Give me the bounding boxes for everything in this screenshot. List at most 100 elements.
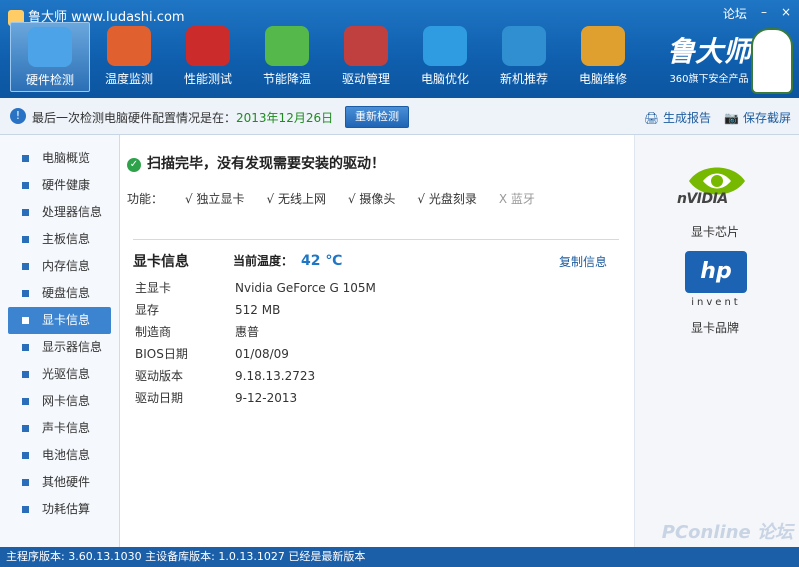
bullet-icon [22, 236, 29, 243]
sidebar-item-label: 主板信息 [42, 232, 91, 246]
sidebar-item-10[interactable]: 声卡信息 [0, 415, 119, 442]
sidebar-item-11[interactable]: 电池信息 [0, 442, 119, 469]
toolbar-button-7[interactable]: 电脑维修 [563, 22, 643, 92]
bullet-icon [22, 371, 29, 378]
brand-caption: 显卡品牌 [691, 321, 740, 335]
row-value: 9-12-2013 [235, 391, 298, 405]
toolbar-button-5[interactable]: 电脑优化 [405, 22, 485, 92]
bullet-icon [22, 317, 29, 324]
sidebar-item-label: 电池信息 [42, 448, 91, 462]
row-value: 惠普 [235, 325, 260, 339]
info-icon: ! [10, 108, 26, 124]
window-controls: 论坛 – × [723, 5, 791, 22]
temperature-label: 当前温度： [233, 254, 294, 268]
toolbar-button-0[interactable]: 硬件检测 [10, 22, 90, 92]
feature-list: 功能： √ 独立显卡 √ 无线上网 √ 摄像头 √ 光盘刻录 X 蓝牙 [127, 190, 535, 207]
bullet-icon [22, 263, 29, 270]
toolbar-label: 电脑优化 [420, 72, 469, 86]
gpu-header: 显卡信息 当前温度： 42 ℃ 复制信息 [133, 251, 619, 271]
table-row: 驱动版本 9.18.13.2723 [135, 365, 376, 387]
row-value: Nvidia GeForce G 105M [235, 281, 376, 295]
recheck-button[interactable]: 重新检测 [345, 106, 409, 128]
sidebar-item-5[interactable]: 硬盘信息 [0, 280, 119, 307]
sidebar-item-13[interactable]: 功耗估算 [0, 496, 119, 523]
close-button[interactable]: × [781, 5, 791, 22]
toolbar-button-3[interactable]: 节能降温 [247, 22, 327, 92]
sidebar-item-6[interactable]: 显卡信息 [8, 307, 111, 334]
sidebar-item-label: 声卡信息 [42, 421, 91, 435]
right-panel: nVIDIA 显卡芯片 hp invent 显卡品牌 [634, 135, 799, 547]
sidebar-item-label: 功耗估算 [42, 502, 91, 516]
scan-result-text: 扫描完毕，没有发现需要安装的驱动！ [147, 156, 385, 172]
toolbar-icon-5 [423, 26, 467, 66]
toolbar-button-2[interactable]: 性能测试 [168, 22, 248, 92]
row-key: BIOS日期 [135, 347, 188, 361]
feature-item: √ 摄像头 [347, 192, 396, 206]
row-key: 显存 [135, 303, 160, 317]
hp-logo-sub: invent [691, 297, 741, 308]
row-value: 512 MB [235, 303, 281, 317]
gpu-section-title: 显卡信息 [133, 254, 189, 270]
bullet-icon [22, 344, 29, 351]
info-bar: ! 最后一次检测电脑硬件配置情况是在：2013年12月26日 重新检测 🖨 生成… [0, 98, 799, 135]
toolbar-label: 驱动管理 [341, 72, 390, 86]
toolbar-button-6[interactable]: 新机推荐 [484, 22, 564, 92]
forum-link[interactable]: 论坛 [723, 5, 747, 22]
toolbar-button-4[interactable]: 驱动管理 [326, 22, 406, 92]
brand-slogan: 360旗下安全产品 [669, 74, 749, 85]
sidebar-item-7[interactable]: 显示器信息 [0, 334, 119, 361]
sidebar-item-9[interactable]: 网卡信息 [0, 388, 119, 415]
toolbar-label: 温度监测 [104, 72, 153, 86]
save-screenshot-label: 保存截屏 [742, 111, 791, 125]
bullet-icon [22, 182, 29, 189]
toolbar-label: 新机推荐 [499, 72, 548, 86]
table-row: 驱动日期 9-12-2013 [135, 387, 376, 409]
gpu-info-table: 主显卡 Nvidia GeForce G 105M 显存 512 MB 制造商 惠普 BIO… [135, 277, 376, 409]
row-key: 主显卡 [135, 281, 172, 295]
sidebar-item-label: 网卡信息 [42, 394, 91, 408]
sidebar-item-12[interactable]: 其他硬件 [0, 469, 119, 496]
feature-item: √ 无线上网 [266, 192, 326, 206]
minimize-button[interactable]: – [761, 5, 767, 22]
bullet-icon [22, 290, 29, 297]
sidebar-item-2[interactable]: 处理器信息 [0, 199, 119, 226]
toolbar-label: 电脑维修 [578, 72, 627, 86]
toolbar-button-1[interactable]: 温度监测 [89, 22, 169, 92]
sidebar-item-8[interactable]: 光驱信息 [0, 361, 119, 388]
mascot-icon [751, 28, 793, 94]
sidebar-item-3[interactable]: 主板信息 [0, 226, 119, 253]
divider [133, 239, 619, 240]
scan-result: ✓ 扫描完毕，没有发现需要安装的驱动！ [127, 153, 385, 173]
sidebar-item-label: 硬件健康 [42, 178, 91, 192]
status-bar: 主程序版本: 3.60.13.1030 主设备库版本: 1.0.13.1027 … [0, 547, 799, 567]
brand-logo: 鲁大师 [666, 35, 751, 68]
save-screenshot-button[interactable]: 📷 保存截屏 [724, 109, 791, 126]
last-check-date: 2013年12月26日 [236, 111, 334, 125]
bullet-icon [22, 506, 29, 513]
feature-item: √ 独立显卡 [185, 192, 245, 206]
sidebar-item-1[interactable]: 硬件健康 [0, 172, 119, 199]
main-toolbar: 硬件检测 温度监测 性能测试 节能降温 驱动管理 电脑优化 新机推荐 电脑维修 [10, 22, 642, 92]
sidebar-item-label: 其他硬件 [42, 475, 91, 489]
sidebar-item-0[interactable]: 电脑概览 [0, 145, 119, 172]
row-value: 9.18.13.2723 [235, 369, 316, 383]
check-icon: ✓ [127, 158, 141, 172]
toolbar-icon-2 [186, 26, 230, 66]
table-row: 主显卡 Nvidia GeForce G 105M [135, 277, 376, 299]
copy-info-link[interactable]: 复制信息 [559, 253, 607, 270]
bullet-icon [22, 209, 29, 216]
generate-report-button[interactable]: 🖨 生成报告 [644, 109, 711, 126]
toolbar-label: 节能降温 [262, 72, 311, 86]
temperature-value: 42 ℃ [301, 253, 343, 269]
bullet-icon [22, 425, 29, 432]
sidebar-item-label: 光驱信息 [42, 367, 91, 381]
features-label: 功能： [127, 192, 164, 206]
brand: 鲁大师 360旗下安全产品 [667, 30, 751, 85]
sidebar-item-label: 硬盘信息 [42, 286, 91, 300]
sidebar-item-4[interactable]: 内存信息 [0, 253, 119, 280]
toolbar-icon-0 [28, 27, 72, 67]
sidebar-item-label: 显示器信息 [42, 340, 103, 354]
row-key: 驱动版本 [135, 369, 184, 383]
feature-item: √ 光盘刻录 [417, 192, 477, 206]
toolbar-icon-7 [581, 26, 625, 66]
